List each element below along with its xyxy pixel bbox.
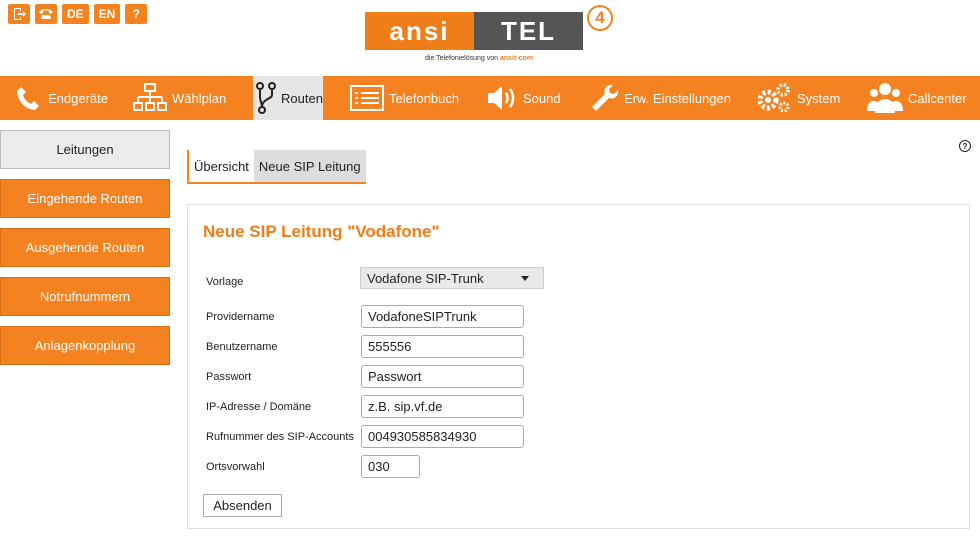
logo-tagline-brand: ansit-com [500,55,534,62]
ip-domain-label: IP-Adresse / Domäne [206,401,312,413]
route-icon [256,82,276,114]
logo-left: ansi [365,12,474,50]
sidebar-item-ausgehende-routen[interactable]: Ausgehende Routen [0,228,170,267]
rufnummer-label: Rufnummer des SIP-Accounts [206,431,354,443]
nav-item-waehlplan[interactable]: Wählplan [133,76,226,120]
speaker-icon [488,86,515,110]
ortsvorwahl-input[interactable]: 030 [361,455,420,478]
users-icon [867,83,903,113]
nav-label: Erw. Einstellungen [624,90,731,106]
tab-neue-sip-leitung[interactable]: Neue SIP Leitung [253,150,366,182]
sidebar-item-eingehende-routen[interactable]: Eingehende Routen [0,179,170,218]
submit-button[interactable]: Absenden [203,494,282,517]
lang-de-button[interactable]: DE [62,4,89,24]
exit-icon[interactable] [8,4,30,24]
nav-item-sound[interactable]: Sound [486,76,561,120]
ortsvorwahl-label: Ortsvorwahl [206,461,265,473]
sidebar-item-anlagenkopplung[interactable]: Anlagenkopplung [0,326,170,365]
passwort-label: Passwort [206,371,252,383]
vorlage-value: Vodafone SIP-Trunk [367,270,484,286]
nav-item-routen[interactable]: Routen [253,76,323,120]
nav-label: Routen [281,90,323,106]
passwort-input[interactable]: Passwort [361,365,524,388]
logo-right: TEL [474,12,583,50]
help-icon[interactable]: ? [959,140,971,152]
vorlage-label: Vorlage [206,276,244,288]
lang-en-button[interactable]: EN [93,4,121,24]
nav-label: System [797,90,841,106]
nav-item-system[interactable]: System [756,76,840,120]
top-toolbar: DE EN ? [8,4,148,24]
nav-label: Callcenter [908,90,967,106]
help-button[interactable]: ? [125,4,148,24]
nav-label: Wählplan [172,90,227,106]
nav-label: Sound [523,90,561,106]
sitemap-icon [133,83,167,111]
phone-icon[interactable] [35,4,57,24]
tab-bar: Übersicht Neue SIP Leitung [187,150,366,184]
vorlage-select[interactable]: Vodafone SIP-Trunk [360,267,544,289]
chevron-down-icon [521,275,529,281]
ip-domain-input[interactable]: z.B. sip.vf.de [361,395,524,418]
sidebar: Leitungen Eingehende Routen Ausgehende R… [0,130,170,375]
logo: ansi TEL 4 die Telefonielösung von ansit… [365,5,620,67]
providername-label: Providername [206,311,275,323]
nav-item-telefonbuch[interactable]: Telefonbuch [350,76,459,120]
logo-tagline-text: die Telefonielösung von [425,55,499,62]
benutzername-label: Benutzername [206,341,278,353]
main-nav: Endgeräte Wählplan Routen Telefonbuch So… [0,76,980,120]
sidebar-item-notrufnummern[interactable]: Notrufnummern [0,277,170,316]
sidebar-item-leitungen[interactable]: Leitungen [0,130,170,169]
providername-input[interactable]: VodafoneSIPTrunk [361,305,524,328]
gears-icon [757,83,790,113]
wrench-icon [592,84,619,111]
nav-item-callcenter[interactable]: Callcenter [867,76,967,120]
tab-uebersicht[interactable]: Übersicht [187,150,254,182]
nav-label: Endgeräte [48,90,108,106]
form-title: Neue SIP Leitung "Vodafone" [203,222,440,241]
rufnummer-input[interactable]: 004930585834930 [361,425,524,448]
phone-icon [17,87,39,110]
form-panel: Neue SIP Leitung "Vodafone" Vorlage Voda… [187,204,970,529]
nav-label: Telefonbuch [389,90,460,106]
nav-item-endgeraete[interactable]: Endgeräte [15,76,108,120]
logo-tagline: die Telefonielösung von ansit-com [425,55,533,62]
benutzername-input[interactable]: 555556 [361,335,524,358]
nav-item-erw-einstellungen[interactable]: Erw. Einstellungen [589,76,731,120]
list-icon [350,85,384,111]
logo-version: 4 [587,5,613,31]
